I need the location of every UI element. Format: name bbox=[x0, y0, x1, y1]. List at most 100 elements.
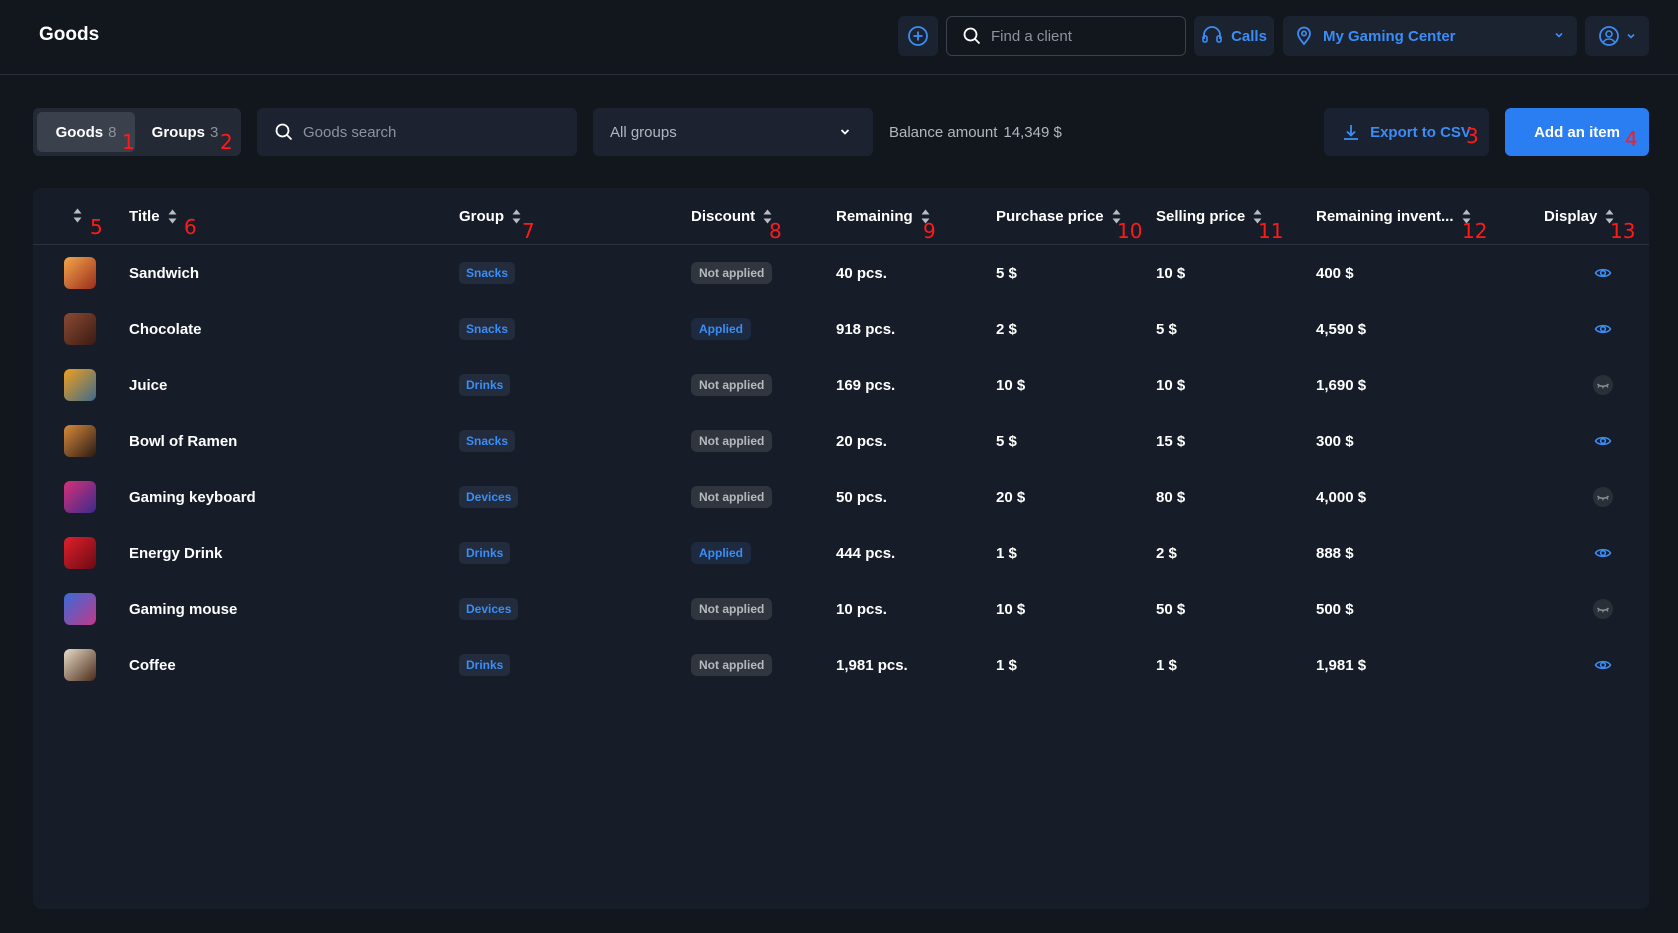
product-title[interactable]: Energy Drink bbox=[129, 525, 222, 581]
eye-icon[interactable] bbox=[1593, 431, 1613, 451]
product-title[interactable]: Gaming mouse bbox=[129, 581, 237, 637]
column-discount[interactable]: Discount bbox=[691, 208, 772, 225]
product-thumbnail bbox=[64, 425, 96, 457]
product-thumbnail bbox=[64, 649, 96, 681]
balance-amount: 14,349 $ bbox=[1003, 124, 1062, 141]
product-title[interactable]: Bowl of Ramen bbox=[129, 413, 237, 469]
tab-groups-count: 3 bbox=[210, 123, 219, 141]
table-row[interactable]: Bowl of Ramen Snacks Not applied 20 pcs. 5 $… bbox=[33, 413, 1649, 469]
table-row[interactable]: Energy Drink Drinks Applied 444 pcs. 1 $ 2 $ 8… bbox=[33, 525, 1649, 581]
remaining-inventory-cell: 1,690 $ bbox=[1316, 376, 1367, 394]
display-cell bbox=[1593, 413, 1613, 469]
view-tabs: Goods 8 Groups 3 bbox=[33, 108, 241, 156]
product-title[interactable]: Juice bbox=[129, 357, 167, 413]
selling-price-cell: 80 $ bbox=[1156, 488, 1186, 506]
client-search-input[interactable] bbox=[991, 27, 1171, 45]
eye-icon[interactable] bbox=[1593, 319, 1613, 339]
remaining-cell: 169 pcs. bbox=[836, 376, 896, 394]
groups-dropdown-value: All groups bbox=[610, 123, 677, 141]
sort-icon[interactable] bbox=[168, 209, 177, 224]
remaining-cell: 444 pcs. bbox=[836, 544, 896, 562]
table-row[interactable]: Coffee Drinks Not applied 1,981 pcs. 1 $ 1 $ 1… bbox=[33, 637, 1649, 693]
tab-goods-count: 8 bbox=[108, 123, 117, 141]
headset-icon bbox=[1202, 26, 1222, 43]
add-button[interactable] bbox=[898, 16, 938, 56]
remaining-inventory-cell: 400 $ bbox=[1316, 264, 1354, 282]
remaining-inventory-cell: 4,000 $ bbox=[1316, 488, 1367, 506]
selling-price-cell: 5 $ bbox=[1156, 320, 1177, 338]
discount-badge: Not applied bbox=[691, 598, 773, 620]
product-title[interactable]: Sandwich bbox=[129, 245, 199, 301]
calls-button[interactable]: Calls bbox=[1194, 16, 1274, 56]
remaining-cell: 20 pcs. bbox=[836, 432, 887, 450]
product-thumbnail-cell bbox=[64, 301, 96, 357]
center-selector[interactable]: My Gaming Center bbox=[1283, 16, 1577, 56]
purchase-price-cell: 2 $ bbox=[996, 320, 1017, 338]
column-image-sort[interactable] bbox=[73, 208, 82, 223]
discount-cell: Applied bbox=[691, 525, 751, 581]
column-remaining[interactable]: Remaining bbox=[836, 208, 930, 225]
eye-closed-icon[interactable] bbox=[1593, 487, 1613, 507]
display-cell bbox=[1593, 525, 1613, 581]
eye-icon[interactable] bbox=[1593, 543, 1613, 563]
annotation-marker: 10 bbox=[1117, 219, 1143, 243]
purchase-price-cell: 10 $ bbox=[996, 376, 1026, 394]
product-title[interactable]: Gaming keyboard bbox=[129, 469, 256, 525]
table-row[interactable]: Juice Drinks Not applied 169 pcs. 10 $ 10 $ 1,… bbox=[33, 357, 1649, 413]
table-row[interactable]: Sandwich Snacks Not applied 40 pcs. 5 $ 10 $ 4… bbox=[33, 245, 1649, 301]
group-cell: Drinks bbox=[459, 357, 511, 413]
column-title[interactable]: Title bbox=[129, 208, 177, 225]
annotation-marker: 9 bbox=[923, 219, 936, 243]
sort-icon[interactable] bbox=[512, 209, 521, 224]
eye-icon[interactable] bbox=[1593, 263, 1613, 283]
goods-search-input[interactable] bbox=[303, 123, 483, 141]
product-thumbnail bbox=[64, 313, 96, 345]
sort-icon[interactable] bbox=[73, 208, 82, 223]
column-selling-price[interactable]: Selling price bbox=[1156, 208, 1262, 225]
selling-price-cell: 10 $ bbox=[1156, 376, 1186, 394]
discount-badge: Not applied bbox=[691, 654, 773, 676]
table-row[interactable]: Chocolate Snacks Applied 918 pcs. 2 $ 5 $ 4,59… bbox=[33, 301, 1649, 357]
discount-badge: Applied bbox=[691, 542, 751, 564]
eye-closed-icon[interactable] bbox=[1593, 599, 1613, 619]
table-row[interactable]: Gaming mouse Devices Not applied 10 pcs. 10 … bbox=[33, 581, 1649, 637]
annotation-marker: 1 bbox=[122, 130, 135, 154]
product-title[interactable]: Chocolate bbox=[129, 301, 202, 357]
selling-price-cell: 15 $ bbox=[1156, 432, 1186, 450]
product-thumbnail bbox=[64, 537, 96, 569]
page-title: Goods bbox=[39, 24, 100, 45]
column-group[interactable]: Group bbox=[459, 208, 521, 225]
selling-price-cell: 2 $ bbox=[1156, 544, 1177, 562]
discount-cell: Applied bbox=[691, 301, 751, 357]
user-circle-icon bbox=[1599, 26, 1619, 46]
group-badge: Drinks bbox=[459, 654, 511, 676]
product-thumbnail-cell bbox=[64, 525, 96, 581]
column-purchase-price[interactable]: Purchase price bbox=[996, 208, 1121, 225]
product-title[interactable]: Coffee bbox=[129, 637, 176, 693]
eye-icon[interactable] bbox=[1593, 655, 1613, 675]
groups-dropdown[interactable]: All groups bbox=[593, 108, 873, 156]
tab-goods[interactable]: Goods 8 bbox=[37, 112, 135, 152]
purchase-price-cell: 1 $ bbox=[996, 544, 1017, 562]
group-badge: Snacks bbox=[459, 430, 516, 452]
selling-price-cell: 10 $ bbox=[1156, 264, 1186, 282]
table-row[interactable]: Gaming keyboard Devices Not applied 50 pcs.… bbox=[33, 469, 1649, 525]
annotation-marker: 3 bbox=[1466, 124, 1479, 148]
column-display[interactable]: Display bbox=[1544, 208, 1614, 225]
chevron-down-icon bbox=[1555, 32, 1563, 38]
purchase-price-cell: 5 $ bbox=[996, 432, 1017, 450]
discount-cell: Not applied bbox=[691, 469, 773, 525]
top-bar: Goods Calls My Gaming Center bbox=[0, 0, 1678, 75]
search-icon bbox=[275, 123, 293, 141]
client-search[interactable] bbox=[946, 16, 1186, 56]
discount-cell: Not applied bbox=[691, 357, 773, 413]
eye-closed-icon[interactable] bbox=[1593, 375, 1613, 395]
column-remaining-inventory[interactable]: Remaining invent... bbox=[1316, 208, 1471, 225]
goods-search[interactable] bbox=[257, 108, 577, 156]
annotation-marker: 7 bbox=[522, 219, 535, 243]
product-thumbnail bbox=[64, 257, 96, 289]
export-csv-button[interactable]: Export to CSV bbox=[1324, 108, 1489, 156]
search-icon bbox=[963, 27, 981, 45]
remaining-cell: 10 pcs. bbox=[836, 600, 887, 618]
user-menu-button[interactable] bbox=[1585, 16, 1649, 56]
